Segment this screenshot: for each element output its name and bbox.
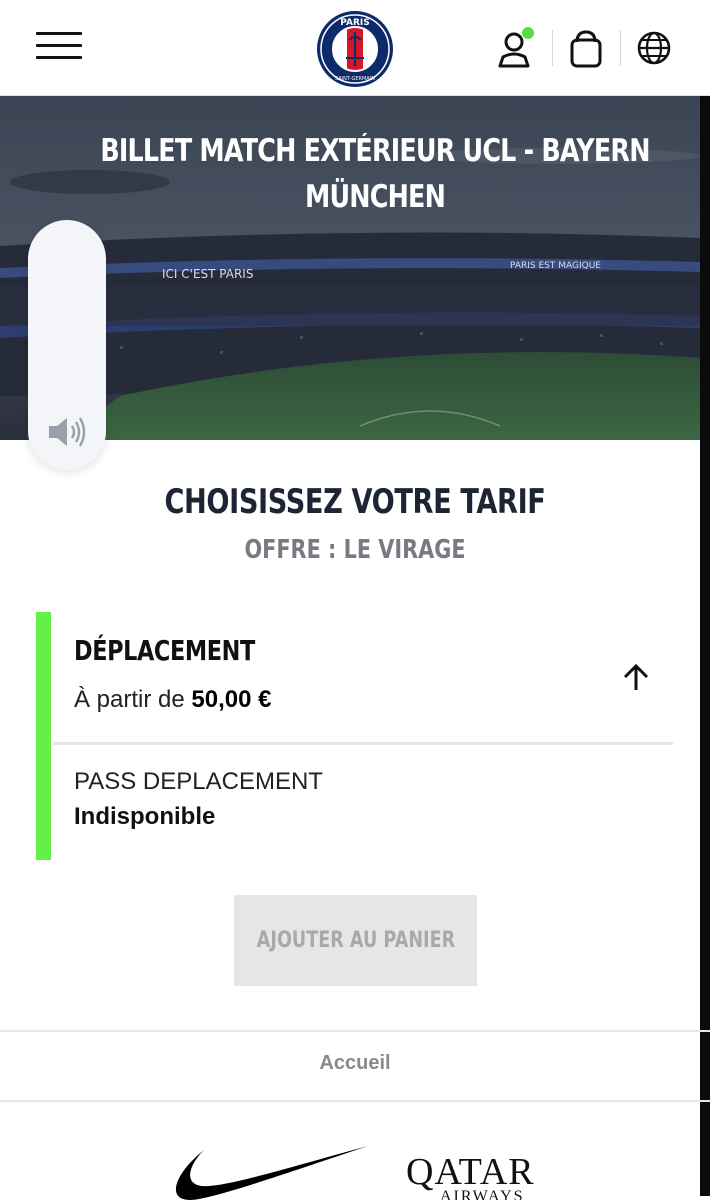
tariff-accent-bar	[36, 612, 51, 860]
globe-icon[interactable]	[632, 24, 676, 72]
footer-divider	[0, 1030, 710, 1032]
header-divider	[620, 30, 621, 66]
pass-name: PASS DEPLACEMENT	[74, 768, 323, 795]
hero-title: BILLET MATCH EXTÉRIEUR UCL - BAYERN MÜNC…	[100, 133, 650, 215]
price-prefix: À partir de	[74, 686, 185, 713]
price-value: 50,00 €	[191, 686, 272, 713]
collapse-arrow-icon[interactable]	[620, 662, 652, 694]
add-to-cart-button[interactable]: AJOUTER AU PANIER	[234, 895, 477, 986]
nike-logo	[175, 1146, 368, 1200]
volume-control[interactable]	[28, 220, 106, 470]
tariff-card: DÉPLACEMENT À partir de 50,00 € PASS DEP…	[36, 612, 676, 860]
account-icon[interactable]	[494, 24, 538, 72]
stadium-banner-text: ICI C'EST PARIS	[162, 267, 253, 281]
site-header: PARIS SAINT-GERMAIN	[0, 0, 710, 96]
bag-icon[interactable]	[564, 24, 608, 72]
menu-icon[interactable]	[36, 30, 84, 62]
breadcrumb-home[interactable]: Accueil	[0, 1052, 710, 1075]
tariff-price: À partir de 50,00 €	[74, 686, 271, 714]
tariff-divider	[53, 742, 673, 745]
pass-availability: Indisponible	[74, 803, 216, 830]
section-title: CHOISISSEZ VOTRE TARIF	[164, 482, 546, 522]
svg-text:PARIS: PARIS	[340, 18, 370, 28]
psg-logo[interactable]: PARIS SAINT-GERMAIN	[316, 10, 394, 88]
qatar-airways-logo: QATAR AIRWAYS	[400, 1150, 550, 1200]
qatar-logo-subtext: AIRWAYS	[440, 1188, 525, 1200]
svg-text:SAINT-GERMAIN: SAINT-GERMAIN	[335, 76, 375, 82]
speaker-icon	[49, 417, 86, 447]
stadium-banner-text: PARIS EST MAGIQUE	[510, 261, 601, 271]
header-divider	[552, 30, 553, 66]
tariff-category-title: DÉPLACEMENT	[74, 634, 255, 667]
account-status-badge	[522, 27, 534, 39]
footer-divider	[0, 1100, 710, 1102]
add-to-cart-label: AJOUTER AU PANIER	[256, 928, 455, 953]
offer-subtitle: OFFRE : LE VIRAGE	[244, 535, 466, 565]
